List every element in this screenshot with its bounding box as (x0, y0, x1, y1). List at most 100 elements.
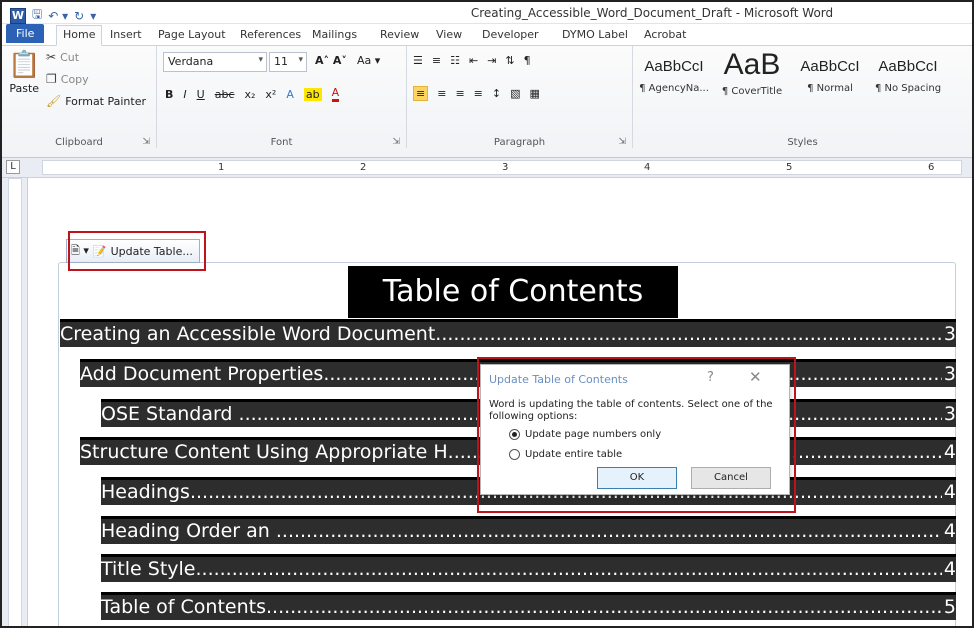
tab-references[interactable]: References (234, 26, 307, 43)
change-case-button[interactable]: Aa ▾ (357, 54, 380, 67)
highlight-icon[interactable]: ab (303, 87, 322, 101)
toc-page-number: 4 (941, 440, 956, 465)
ruler-number: 1 (218, 162, 225, 173)
ruler-number: 6 (928, 162, 935, 173)
tab-mailings[interactable]: Mailings (306, 26, 363, 43)
tab-dymo-label[interactable]: DYMO Label (556, 26, 634, 43)
tab-home[interactable]: Home (56, 25, 103, 46)
ruler-strip[interactable]: 1 2 3 4 5 6 (42, 160, 962, 175)
italic-icon[interactable]: I (183, 88, 186, 101)
toc-heading: Table of Contents (348, 266, 678, 318)
dialog-callout (477, 357, 796, 513)
font-group: Verdana ▾ 11 ▾ A˄ A˅ Aa ▾ B I U abc x₂ x… (157, 46, 407, 148)
paragraph-launcher-icon[interactable]: ⇲ (618, 137, 626, 147)
numbering-icon[interactable]: ≡ (432, 54, 441, 67)
font-size-value: 11 (274, 55, 288, 68)
tab-view[interactable]: View (430, 26, 468, 43)
style-name: ¶ CoverTitle (721, 86, 783, 97)
copy-button[interactable]: ❐ Copy (46, 72, 89, 86)
styles-group: AaBbCcI ¶ AgencyNa... AaB ¶ CoverTitle A… (633, 46, 972, 148)
toc-entry-text: Title Style (101, 558, 196, 580)
toc-entry-text: Table of Contents (101, 596, 266, 618)
chevron-down-icon: ▾ (258, 55, 263, 65)
multilevel-list-icon[interactable]: ☷ (450, 54, 460, 67)
toc-page-number: 3 (941, 402, 956, 427)
toc-entry[interactable]: Creating an Accessible Word Document....… (60, 319, 956, 347)
clipboard-launcher-icon[interactable]: ⇲ (142, 137, 150, 147)
pilcrow-icon[interactable]: ¶ (524, 54, 531, 67)
subscript-icon[interactable]: x₂ (244, 88, 255, 101)
style-covertitle[interactable]: AaB ¶ CoverTitle (715, 48, 789, 106)
style-sample: AaBbCcI (878, 58, 938, 75)
copy-icon: ❐ (46, 72, 57, 86)
font-format-buttons: B I U abc x₂ x² A ab A (165, 86, 340, 102)
ribbon: 📋 Paste ✂ Cut ❐ Copy 🖌 Format Painter Cl… (2, 46, 972, 158)
underline-icon[interactable]: U (197, 88, 205, 101)
ruler-number: 4 (644, 162, 651, 173)
update-table-callout (68, 231, 206, 271)
toc-page-number: 5 (941, 595, 956, 620)
borders-icon[interactable]: ▦ (530, 87, 540, 100)
font-name-combo[interactable]: Verdana ▾ (163, 52, 267, 72)
grow-font-button[interactable]: A˄ A˅ (315, 54, 347, 67)
sort-icon[interactable]: ⇅ (505, 54, 514, 67)
tab-developer[interactable]: Developer (476, 26, 545, 43)
cut-button[interactable]: ✂ Cut (46, 50, 79, 64)
format-painter-button[interactable]: 🖌 Format Painter (46, 94, 146, 108)
style-no-spacing[interactable]: AaBbCcI ¶ No Spacing (871, 48, 945, 106)
paste-icon: 📋 (8, 50, 41, 80)
font-launcher-icon[interactable]: ⇲ (392, 137, 400, 147)
strikethrough-icon[interactable]: abc (215, 88, 235, 101)
align-left-icon[interactable]: ≡ (413, 86, 429, 101)
tab-page-layout[interactable]: Page Layout (152, 26, 232, 43)
increase-indent-icon[interactable]: ⇥ (487, 54, 496, 67)
line-spacing-icon[interactable]: ↕ (492, 87, 501, 100)
cut-label: Cut (60, 50, 80, 64)
align-center-icon[interactable]: ≡ (437, 87, 446, 100)
style-sample: AaBbCcI (644, 58, 704, 75)
decrease-indent-icon[interactable]: ⇤ (469, 54, 478, 67)
toc-entry[interactable]: Table of Contents.......................… (101, 592, 956, 620)
font-size-combo[interactable]: 11 ▾ (269, 52, 307, 72)
paragraph-group-label: Paragraph (493, 137, 546, 148)
toc-entry-text: Structure Content Using Appropriate H (80, 441, 448, 463)
tab-acrobat[interactable]: Acrobat (638, 26, 692, 43)
text-effects-icon[interactable]: A (286, 88, 294, 101)
toc-page-number: 4 (941, 557, 956, 582)
toc-page-number: 4 (941, 519, 956, 544)
ribbon-tabs: File Home Insert Page Layout References … (2, 24, 972, 46)
styles-group-label: Styles (787, 137, 818, 148)
toc-entry-text: Add Document Properties (80, 363, 324, 385)
toc-entry[interactable]: Title Style.............................… (101, 554, 956, 582)
bold-icon[interactable]: B (165, 88, 173, 101)
clipboard-group: 📋 Paste ✂ Cut ❐ Copy 🖌 Format Painter Cl… (2, 46, 157, 148)
vertical-ruler-strip[interactable] (8, 178, 22, 626)
tab-file[interactable]: File (6, 24, 45, 43)
font-name-value: Verdana (168, 55, 214, 68)
toc-entry-text: Heading Order an (101, 520, 276, 542)
style-agencyname[interactable]: AaBbCcI ¶ AgencyNa... (637, 48, 711, 106)
justify-icon[interactable]: ≡ (474, 87, 483, 100)
tab-insert[interactable]: Insert (104, 26, 148, 43)
copy-label: Copy (60, 72, 89, 86)
toc-entry[interactable]: Heading Order an .......................… (101, 516, 956, 544)
bullets-icon[interactable]: ☰ (413, 54, 423, 67)
toc-page-number: 3 (941, 362, 956, 387)
style-name: ¶ No Spacing (874, 83, 942, 94)
font-group-label: Font (270, 137, 293, 148)
tab-selector[interactable]: L (6, 160, 20, 174)
tab-review[interactable]: Review (374, 26, 425, 43)
vertical-ruler (2, 178, 28, 626)
style-sample: AaBbCcI (800, 58, 860, 75)
font-color-icon[interactable]: A (331, 86, 340, 102)
style-normal[interactable]: AaBbCcI ¶ Normal (793, 48, 867, 106)
superscript-icon[interactable]: x² (265, 88, 276, 101)
ruler-number: 2 (360, 162, 367, 173)
toc-page-number: 4 (941, 480, 956, 505)
paste-button[interactable]: 📋 Paste (8, 50, 40, 95)
align-right-icon[interactable]: ≡ (455, 87, 464, 100)
horizontal-ruler: L 1 2 3 4 5 6 (2, 158, 972, 178)
title-bar: W 🖫 ↶ ▾ ↻ ▾ Creating_Accessible_Word_Doc… (2, 2, 972, 24)
shading-icon[interactable]: ▧ (510, 87, 520, 100)
toc-page-number: 3 (941, 322, 956, 347)
